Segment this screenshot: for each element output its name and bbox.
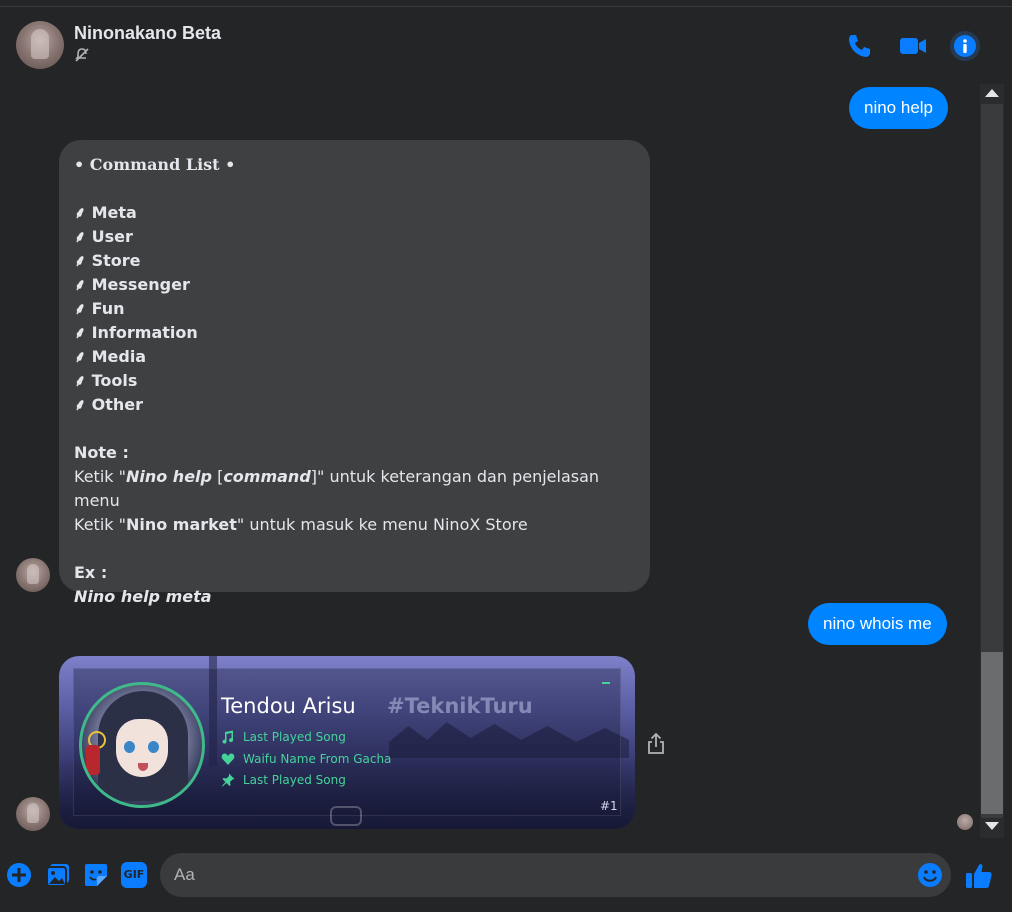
sender-avatar[interactable] — [16, 558, 50, 592]
message-input-box[interactable] — [160, 853, 951, 897]
incoming-message-command-list[interactable]: • Command List • ⸙ Meta ⸙ User ⸙ Store ⸙… — [59, 140, 650, 606]
message-composer: GIF — [0, 840, 1012, 912]
profile-card-image[interactable]: Tendou Arisu #TeknikTuru Last Played Son… — [59, 656, 635, 829]
command-item: ⸙ Fun — [74, 299, 125, 318]
gif-icon[interactable]: GIF — [121, 862, 147, 888]
note-line-2: Ketik "Nino market" untuk masuk ke menu … — [74, 515, 528, 534]
command-item: ⸙ Meta — [74, 203, 137, 222]
message-list: nino help • Command List • ⸙ Meta ⸙ User… — [0, 84, 978, 838]
scroll-down-arrow-icon[interactable] — [985, 822, 999, 830]
contact-name[interactable]: Ninonakano Beta — [74, 23, 221, 44]
plus-circle-icon[interactable] — [6, 862, 32, 888]
info-button[interactable] — [950, 31, 980, 61]
card-tag: #TeknikTuru — [387, 694, 533, 718]
message-input[interactable] — [174, 853, 914, 897]
pin-icon — [222, 773, 235, 787]
smiley-icon[interactable] — [917, 862, 943, 888]
outgoing-message[interactable]: nino whois me — [808, 603, 947, 645]
example-label: Ex : — [74, 563, 108, 582]
bell-slash-icon — [75, 48, 89, 62]
note-label: Note : — [74, 443, 129, 462]
seen-indicator-avatar — [957, 814, 973, 830]
command-item: ⸙ Store — [74, 251, 141, 270]
command-item: ⸙ Other — [74, 395, 143, 414]
scroll-up-arrow-icon[interactable] — [985, 89, 999, 97]
character-portrait — [79, 682, 205, 808]
video-camera-icon[interactable] — [898, 31, 928, 61]
heart-icon — [221, 753, 235, 765]
example-value: Nino help meta — [74, 587, 212, 606]
command-item: ⸙ User — [74, 227, 133, 246]
card-character-name: Tendou Arisu — [221, 694, 356, 718]
share-icon[interactable] — [645, 732, 667, 756]
info-icon — [954, 35, 976, 57]
command-item: ⸙ Tools — [74, 371, 138, 390]
music-note-icon — [222, 730, 234, 744]
scrollbar-thumb[interactable] — [981, 652, 1003, 814]
command-item: ⸙ Messenger — [74, 275, 190, 294]
card-rank: #1 — [600, 799, 618, 813]
sticker-icon[interactable] — [83, 862, 109, 888]
contact-avatar[interactable] — [16, 21, 64, 69]
conversation-header: Ninonakano Beta — [0, 6, 1012, 84]
thumbs-up-icon[interactable] — [965, 862, 993, 890]
phone-icon[interactable] — [845, 31, 875, 61]
sender-avatar[interactable] — [16, 797, 50, 831]
command-list-title: • Command List • — [74, 155, 236, 174]
command-item: ⸙ Information — [74, 323, 198, 342]
note-line-1: Ketik "Nino help [command]" untuk ketera… — [74, 467, 600, 510]
outgoing-message[interactable]: nino help — [849, 87, 949, 129]
image-icon[interactable] — [45, 862, 71, 888]
command-item: ⸙ Media — [74, 347, 147, 366]
